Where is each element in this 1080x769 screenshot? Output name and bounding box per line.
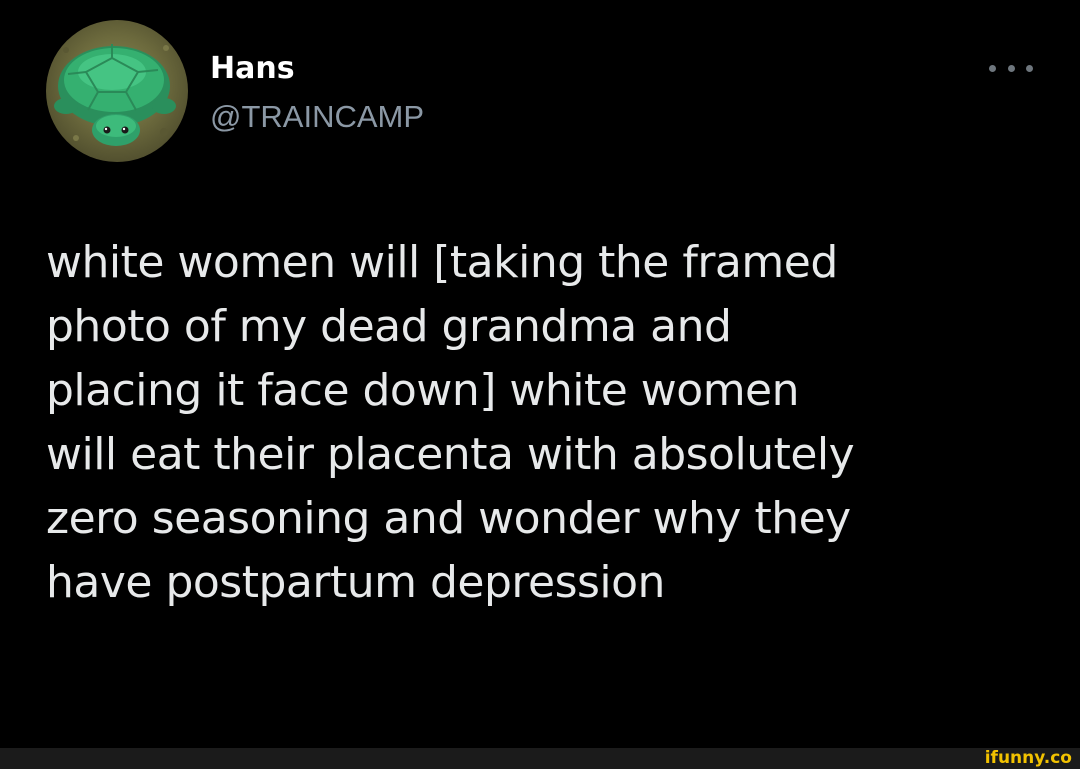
- ifunny-watermark: ifunny.co: [984, 748, 1072, 768]
- more-horizontal-icon: [989, 64, 996, 72]
- more-options-button[interactable]: [985, 56, 1037, 80]
- tweet-text: white women will [taking the framed phot…: [46, 237, 855, 608]
- user-handle[interactable]: @TRAINCAMP: [210, 98, 424, 136]
- tweet-card: Hans @TRAINCAMP white women will [taking…: [0, 0, 1080, 748]
- more-horizontal-icon-dot: [1007, 64, 1015, 72]
- avatar[interactable]: [46, 20, 188, 162]
- turtle-icon: [54, 44, 176, 146]
- watermark-bar: ifunny.co: [0, 748, 1080, 769]
- display-name[interactable]: Hans: [210, 50, 295, 88]
- more-horizontal-icon-dot: [1026, 64, 1033, 72]
